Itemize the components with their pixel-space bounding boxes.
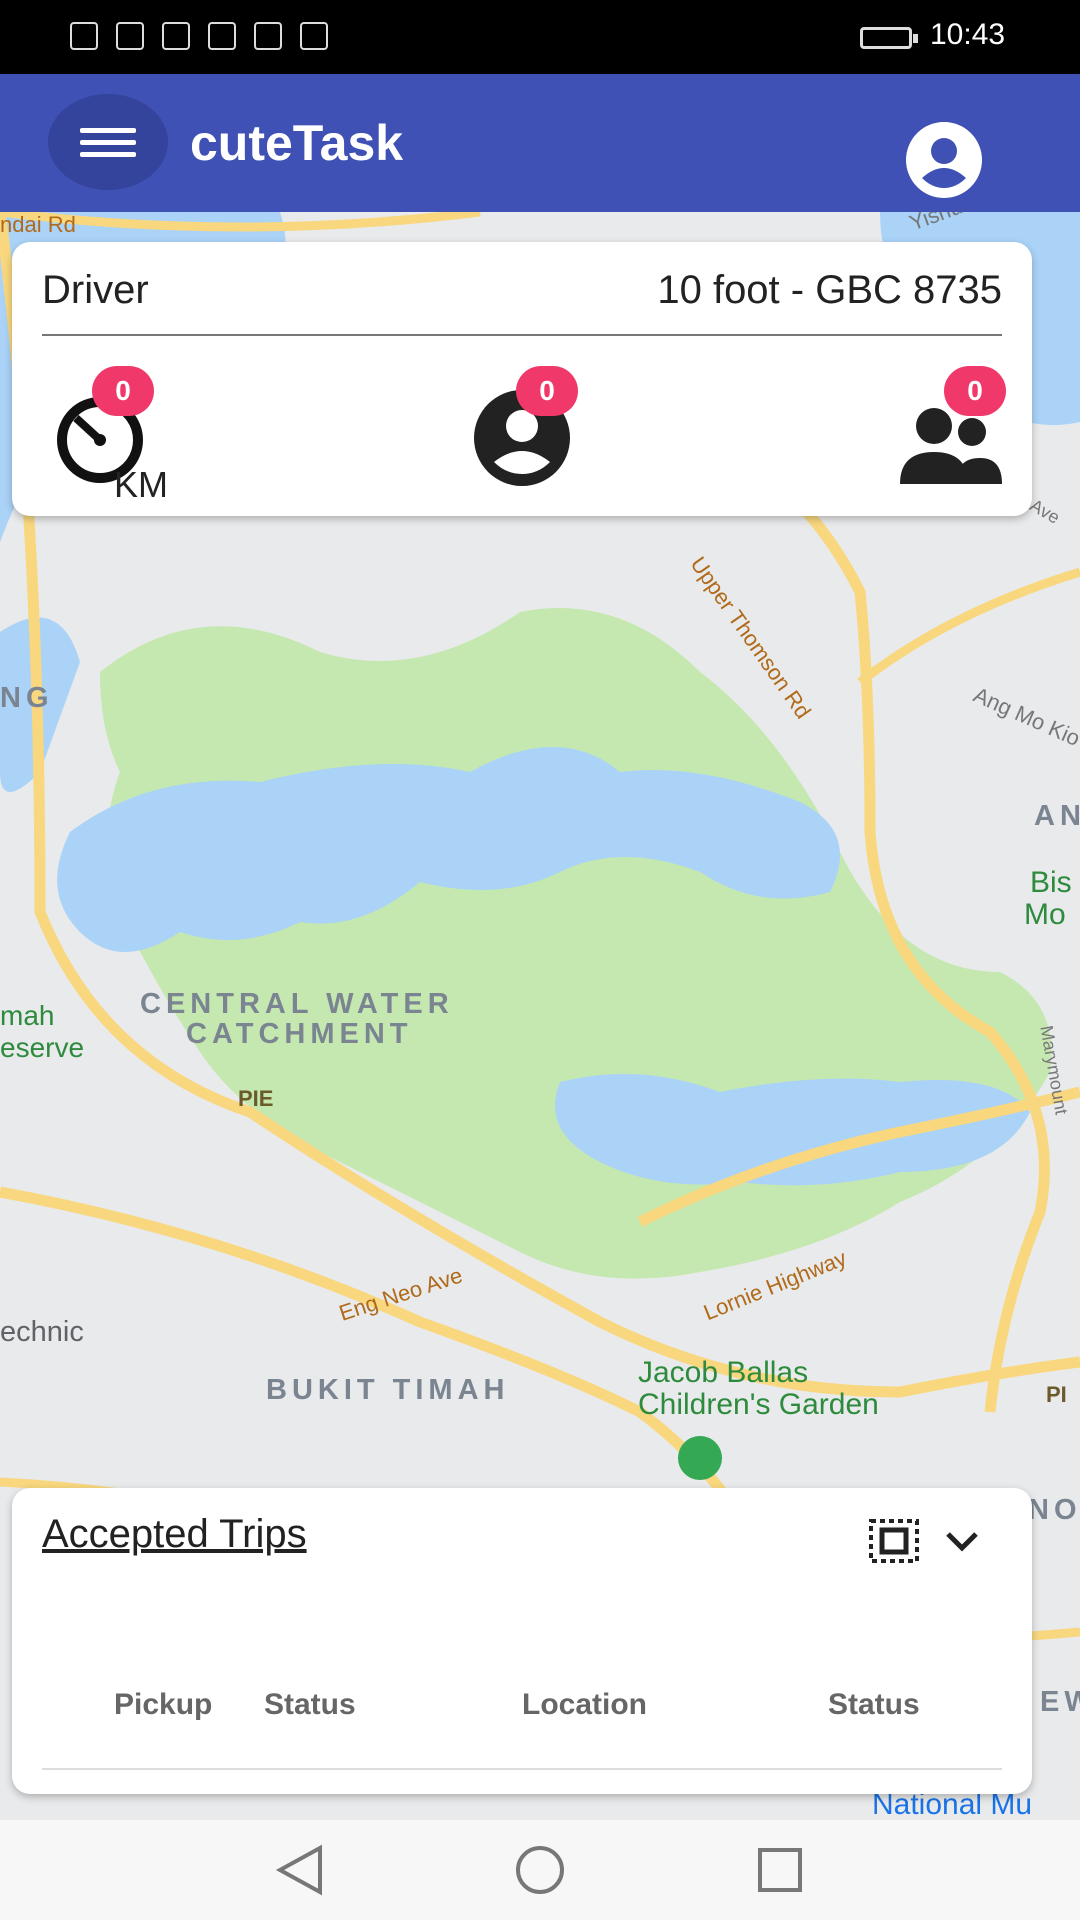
upload-icon: [300, 22, 328, 50]
driver-card: Driver 10 foot - GBC 8735 0 KM 0 0: [12, 242, 1032, 516]
distance-unit: KM: [114, 464, 168, 505]
passenger-badge: 0: [516, 366, 578, 416]
home-button[interactable]: [516, 1846, 564, 1894]
app-title: cuteTask: [190, 115, 404, 171]
map-label-bukit-timah: BUKIT TIMAH: [266, 1374, 510, 1406]
map-label-echnic: echnic: [0, 1316, 84, 1348]
map-label-eserve: eserve: [0, 1032, 85, 1063]
status-time: 10:43: [930, 18, 1006, 51]
back-icon: [275, 1844, 322, 1896]
map-label-an: AN: [1034, 800, 1080, 832]
map-label-no: NO: [1028, 1494, 1080, 1526]
passenger-stat[interactable]: 0: [472, 366, 582, 488]
card-divider: [42, 334, 1002, 336]
chevron-down-icon: [946, 1532, 978, 1552]
map-label-jacob-ballas: Jacob Ballas: [638, 1356, 809, 1389]
map-label-bis: Bis: [1030, 866, 1072, 899]
column-status-2: Status: [828, 1688, 920, 1721]
recents-icon: [758, 1848, 802, 1892]
status-bar: 10:43: [0, 0, 1080, 74]
recents-button[interactable]: [758, 1848, 802, 1892]
driver-label: Driver: [42, 268, 149, 312]
map-label-pie: PIE: [238, 1086, 274, 1111]
accepted-trips-panel: Accepted Trips Pickup Status Location St…: [12, 1488, 1032, 1794]
accepted-trips-title[interactable]: Accepted Trips: [42, 1512, 307, 1557]
back-button[interactable]: [275, 1844, 322, 1896]
map-label-ndal-rd: ndai Rd: [0, 212, 76, 237]
map-label-mah: mah: [0, 1000, 55, 1031]
map-label-central: CENTRAL WATER: [140, 988, 454, 1020]
map-label-ng: NG: [0, 682, 54, 714]
vehicle-label: 10 foot - GBC 8735: [657, 268, 1002, 312]
column-pickup: Pickup: [114, 1688, 213, 1721]
menu-icon: [80, 128, 136, 133]
fullscreen-icon: [869, 1519, 919, 1563]
group-stat[interactable]: 0: [896, 366, 1006, 488]
wifi-icon: [116, 22, 144, 50]
signal-icon: [254, 22, 282, 50]
fullscreen-button[interactable]: [868, 1518, 920, 1564]
menu-button[interactable]: [48, 94, 168, 190]
battery-icon: [860, 27, 918, 49]
map-label-ew: EW: [1040, 1686, 1080, 1718]
column-location: Location: [522, 1688, 647, 1721]
send-icon: [208, 22, 236, 50]
usb-icon: [162, 22, 190, 50]
account-icon: [922, 138, 966, 188]
collapse-button[interactable]: [942, 1522, 982, 1562]
map-label-pi-right: PI: [1046, 1382, 1067, 1407]
map-label-mo: Mo: [1024, 898, 1066, 931]
distance-badge: 0: [92, 366, 154, 416]
home-icon: [516, 1846, 564, 1894]
system-nav-bar: [0, 1820, 1080, 1920]
account-button[interactable]: [906, 122, 982, 198]
notification-icons: [70, 22, 328, 50]
group-badge: 0: [944, 366, 1006, 416]
alert-icon: [70, 22, 98, 50]
column-status: Status: [264, 1688, 356, 1721]
trips-divider: [42, 1768, 1002, 1770]
map-label-catchment: CATCHMENT: [186, 1018, 413, 1050]
map-label-childrens-garden: Children's Garden: [638, 1388, 879, 1421]
app-bar: cuteTask: [0, 74, 1080, 212]
